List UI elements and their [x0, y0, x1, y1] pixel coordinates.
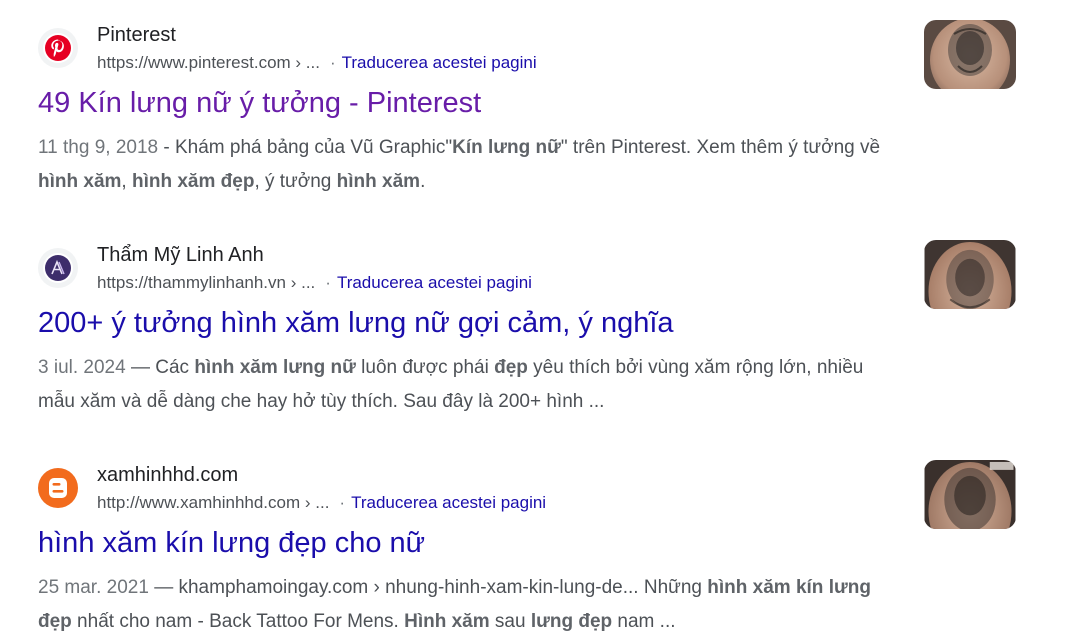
site-url[interactable]: https://thammylinhanh.vn › ... — [97, 273, 315, 292]
snippet-text: " trên Pinterest. Xem thêm ý tưởng về — [560, 137, 881, 158]
blogger-logo-icon[interactable] — [38, 468, 78, 508]
result-snippet: 3 iul. 2024 — Các hình xăm lưng nữ luôn … — [38, 351, 898, 419]
snippet-text: - Khám phá bảng của Vũ Graphic" — [158, 137, 453, 158]
snippet-highlight: hình xăm đẹp — [131, 171, 255, 192]
snippet-highlight: Kín lưng nữ — [452, 137, 561, 158]
snippet-text: , — [121, 171, 132, 192]
site-url-line: https://www.pinterest.com › ... · Traducer… — [97, 53, 537, 73]
pinterest-logo-icon[interactable] — [38, 28, 78, 68]
result-title-link[interactable]: hình xăm kín lưng đẹp cho nữ — [38, 527, 425, 560]
linh-anh-logo-icon[interactable] — [38, 248, 78, 288]
site-url[interactable]: http://www.xamhinhhd.com › ... — [97, 493, 329, 512]
snippet-highlight: lưng đẹp — [530, 611, 613, 632]
result-thumbnail[interactable] — [924, 20, 1016, 89]
snippet-text: , ý tưởng — [254, 171, 337, 192]
snippet-date: 11 thg 9, 2018 — [38, 137, 159, 158]
site-url-line: https://thammylinhanh.vn › ... · Traducere… — [97, 273, 532, 293]
separator-dot: · — [329, 53, 336, 72]
result-thumbnail[interactable] — [924, 460, 1016, 529]
result-snippet: 11 thg 9, 2018 - Khám phá bảng của Vũ Gr… — [38, 131, 898, 199]
snippet-text: luôn được phái — [355, 357, 495, 378]
snippet-highlight: hình xăm lưng nữ — [194, 357, 356, 378]
snippet-text: nam ... — [612, 611, 676, 632]
result-title-link[interactable]: 200+ ý tưởng hình xăm lưng nữ gợi cảm, ý… — [38, 307, 674, 340]
translate-page-link[interactable]: Traducerea acestei pagini — [351, 493, 546, 512]
site-name[interactable]: Pinterest — [97, 24, 176, 47]
snippet-text: sau — [489, 611, 531, 632]
snippet-text: nhất cho nam - Back Tattoo For Mens. — [71, 611, 405, 632]
snippet-date: 3 iul. 2024 — [38, 357, 126, 378]
search-result: Pinterest https://www.pinterest.com › ..… — [0, 0, 1071, 210]
snippet-highlight: đẹp — [494, 357, 528, 378]
site-name[interactable]: Thẩm Mỹ Linh Anh — [97, 244, 264, 267]
result-snippet: 25 mar. 2021 — khamphamoingay.com › nhun… — [38, 571, 898, 639]
search-result: Thẩm Mỹ Linh Anh https://thammylinhanh.v… — [0, 220, 1071, 430]
snippet-highlight: hình xăm — [38, 171, 122, 192]
snippet-highlight: Hình xăm — [404, 611, 490, 632]
result-thumbnail[interactable] — [924, 240, 1016, 309]
snippet-text: — khamphamoingay.com › nhung-hinh-xam-ki… — [148, 577, 708, 598]
search-results: Pinterest https://www.pinterest.com › ..… — [0, 0, 1071, 642]
search-result: xamhinhhd.com http://www.xamhinhhd.com ›… — [0, 440, 1071, 642]
snippet-highlight: hình xăm — [336, 171, 421, 192]
separator-dot: · — [325, 273, 331, 292]
snippet-text: . — [420, 171, 426, 192]
site-url[interactable]: https://www.pinterest.com › ... — [97, 53, 320, 72]
result-title-link[interactable]: 49 Kín lưng nữ ý tưởng - Pinterest — [38, 87, 481, 120]
translate-page-link[interactable]: Traducerea acestei pagini — [337, 273, 532, 292]
site-url-line: http://www.xamhinhhd.com › ... · Traducere… — [97, 493, 546, 513]
snippet-date: 25 mar. 2021 — [38, 577, 149, 598]
translate-page-link[interactable]: Traducerea acestei pagini — [342, 53, 537, 72]
separator-dot: · — [339, 493, 346, 512]
site-name[interactable]: xamhinhhd.com — [97, 464, 238, 487]
snippet-text: — Các — [125, 357, 195, 378]
